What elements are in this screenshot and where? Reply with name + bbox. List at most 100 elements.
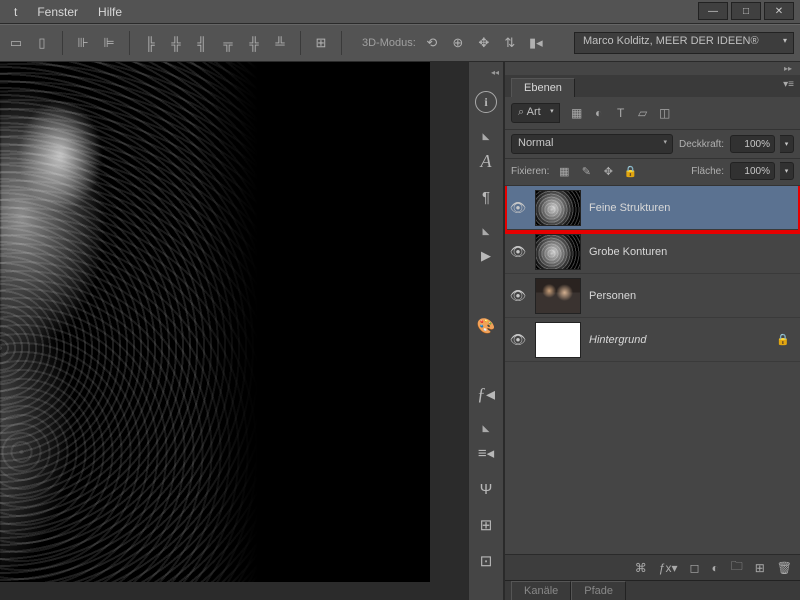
distribute-v-icon[interactable]: ╦ [218,33,238,53]
paragraph-panel-icon[interactable]: ¶ [475,186,497,208]
grid3-panel-icon[interactable]: ⊡ [475,550,497,572]
layers-list: 👁 Feine Strukturen 👁 Grobe Konturen 👁 Persone… [505,186,800,554]
filter-smart-icon[interactable]: ◫ [658,106,672,120]
blend-mode-select[interactable]: Normal [511,134,673,154]
distribute-v-icon-3[interactable]: ╩ [270,33,290,53]
distribute-v-icon-2[interactable]: ╬ [244,33,264,53]
character-panel-icon[interactable]: A [475,150,497,172]
opacity-dropdown-icon[interactable]: ▾ [780,135,794,153]
window-controls: — □ ✕ [695,2,794,20]
distribute-h-icon[interactable]: ╠ [140,33,160,53]
play-panel-icon[interactable]: ▶ [475,245,497,267]
visibility-toggle-icon[interactable]: 👁 [509,244,527,260]
layer-row[interactable]: 👁 Personen [505,274,800,318]
fill-label: Fläche: [691,166,724,177]
adjustment-layer-icon[interactable]: ◐ [711,561,718,575]
workspace-preset-select[interactable]: Marco Kolditz, MEER DER IDEEN® [574,32,794,54]
lower-panel-tabs: Kanäle Pfade [505,580,800,600]
3d-mode-label: 3D-Modus: [362,37,416,49]
layer-thumbnail[interactable] [535,234,581,270]
opacity-value[interactable]: 100% [730,135,775,153]
filter-kind-label: Art [518,106,541,118]
align-icon[interactable]: ▭ [6,33,26,53]
fill-dropdown-icon[interactable]: ▾ [780,162,794,180]
layer-thumbnail[interactable] [535,278,581,314]
layer-row[interactable]: 👁 Grobe Konturen [505,230,800,274]
adjustments-panel-icon[interactable]: ≡◂ [475,442,497,464]
distribute-h-icon-3[interactable]: ╣ [192,33,212,53]
align-icon-2[interactable]: ▯ [32,33,52,53]
filter-kind-select[interactable]: Art [511,103,560,123]
lock-indicator-icon: 🔒 [776,333,790,346]
3d-roll-icon[interactable]: ⊕ [448,33,468,53]
tab-ebenen[interactable]: Ebenen [511,78,575,97]
panel-menu-icon[interactable]: ▾≡ [783,79,794,90]
document-canvas[interactable] [0,62,430,582]
filter-adjust-icon[interactable]: ◐ [592,106,606,120]
lock-transparent-icon[interactable]: ▦ [557,164,571,178]
filter-shape-icon[interactable]: ▱ [636,106,650,120]
lock-position-icon[interactable]: ✥ [601,164,615,178]
tab-pfade[interactable]: Pfade [571,581,626,600]
opacity-label: Deckkraft: [679,139,724,150]
layer-name-label[interactable]: Hintergrund [589,334,768,346]
3d-slide-icon[interactable]: ⇅ [500,33,520,53]
collapse-panels-icon[interactable]: ▸▸ [505,62,800,75]
menu-item-hilfe[interactable]: Hilfe [88,2,132,22]
layer-name-label[interactable]: Feine Strukturen [589,202,796,214]
layer-fx-icon[interactable]: ƒx▾ [659,561,678,575]
menu-item-truncated[interactable]: t [4,2,27,22]
menu-bar: t Fenster Hilfe — □ ✕ [0,0,800,24]
swatches-panel-icon[interactable]: 🎨 [475,315,497,337]
filter-pixel-icon[interactable]: ▦ [570,106,584,120]
layer-thumbnail[interactable] [535,322,581,358]
delete-layer-icon[interactable]: 🗑 [777,561,792,575]
auto-align-icon[interactable]: ⊞ [311,33,331,53]
panels-column: ▸▸ Ebenen ▾≡ Art ▦ ◐ T ▱ ◫ Normal Deckkr… [504,62,800,600]
link-layers-icon[interactable]: ⌘ [635,561,647,575]
panel-flyout-icon-2[interactable]: ◣ [483,226,490,237]
lock-fill-row: Fixieren: ▦ ✎ ✥ 🔒 Fläche: 100% ▾ [505,159,800,186]
blend-mode-value: Normal [518,137,553,149]
3d-pan-icon[interactable]: ✥ [474,33,494,53]
3d-camera-icon[interactable]: ▮◂ [526,33,546,53]
info-panel-icon[interactable]: i [475,91,497,113]
visibility-toggle-icon[interactable]: 👁 [509,288,527,304]
lock-all-icon[interactable]: 🔒 [623,164,637,178]
collapsed-panel-strip: ◂◂ i ◣ A ¶ ◣ ▶ 🎨 ƒ◂ ◣ ≡◂ Ψ ⊞ ⊡ [468,62,504,600]
layer-mask-icon[interactable]: ◻ [689,561,699,575]
expand-strip-icon[interactable]: ◂◂ [487,68,503,77]
new-layer-icon[interactable]: ⊞ [755,561,765,575]
brush-panel-icon[interactable]: ⊞ [475,514,497,536]
fill-value[interactable]: 100% [730,162,775,180]
layer-panel-footer: ⌘ ƒx▾ ◻ ◐ 🗀 ⊞ 🗑 [505,554,800,580]
filter-type-icon[interactable]: T [614,106,628,120]
lock-pixels-icon[interactable]: ✎ [579,164,593,178]
color-panel-icon[interactable] [477,351,495,369]
layer-group-icon[interactable]: 🗀 [731,557,743,578]
menu-item-fenster[interactable]: Fenster [27,2,88,22]
options-bar: ▭ ▯ ⊪ ⊫ ╠ ╬ ╣ ╦ ╬ ╩ ⊞ 3D-Modus: ⟲ ⊕ ✥ ⇅ … [0,24,800,62]
usb-panel-icon[interactable]: Ψ [475,478,497,500]
distribute-icon[interactable]: ⊪ [73,33,93,53]
layer-name-label[interactable]: Personen [589,290,796,302]
layer-row[interactable]: 👁 Hintergrund 🔒 [505,318,800,362]
maximize-button[interactable]: □ [731,2,761,20]
distribute-h-icon-2[interactable]: ╬ [166,33,186,53]
tab-kanaele[interactable]: Kanäle [511,581,571,600]
layer-thumbnail[interactable] [535,190,581,226]
layer-name-label[interactable]: Grobe Konturen [589,246,796,258]
3d-orbit-icon[interactable]: ⟲ [422,33,442,53]
canvas-area[interactable] [0,62,468,600]
layer-row[interactable]: 👁 Feine Strukturen [505,186,800,230]
lock-label: Fixieren: [511,166,549,177]
styles-panel-icon[interactable]: ƒ◂ [475,383,497,405]
visibility-toggle-icon[interactable]: 👁 [509,332,527,348]
visibility-toggle-icon[interactable]: 👁 [509,200,527,216]
panel-flyout-icon[interactable]: ◣ [483,131,490,142]
close-button[interactable]: ✕ [764,2,794,20]
preset-label: Marco Kolditz, MEER DER IDEEN® [583,35,759,47]
panel-flyout-icon-3[interactable]: ◣ [483,423,490,434]
distribute-icon-2[interactable]: ⊫ [99,33,119,53]
minimize-button[interactable]: — [698,2,728,20]
